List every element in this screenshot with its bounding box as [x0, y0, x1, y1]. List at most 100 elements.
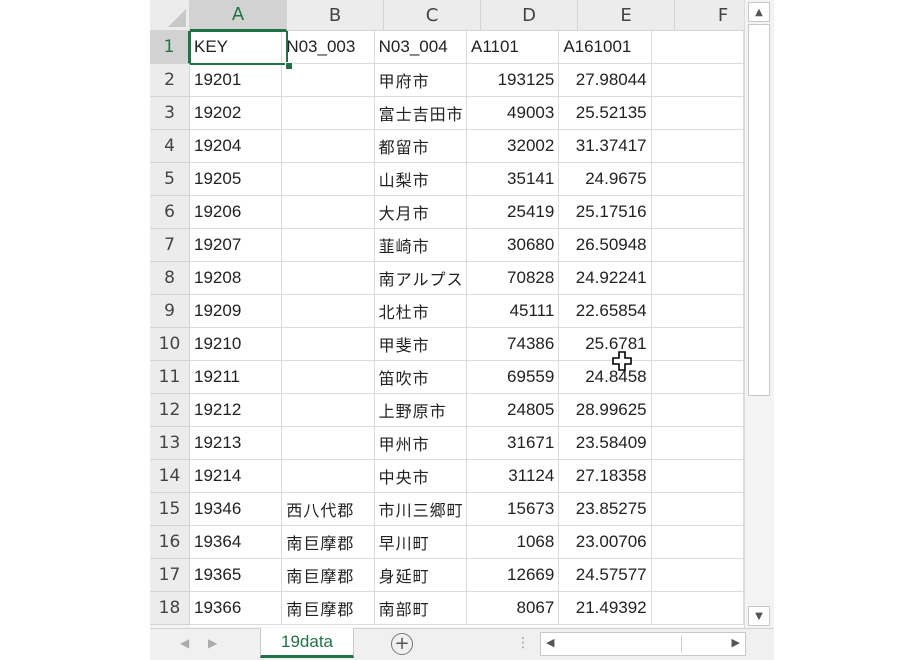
sheet-tab[interactable]: 19data: [260, 628, 354, 658]
cell-d18[interactable]: 8067: [466, 592, 560, 625]
cell-b15[interactable]: 西八代郡: [282, 493, 375, 526]
cell-e3[interactable]: 25.52135: [559, 97, 652, 130]
cell-a8[interactable]: 19208: [190, 262, 283, 295]
cell-e9[interactable]: 22.65854: [559, 295, 652, 328]
cell-f6[interactable]: [651, 196, 744, 229]
scroll-up-icon[interactable]: ▲: [748, 2, 770, 22]
vertical-scrollbar[interactable]: ▲ ▼: [744, 0, 774, 628]
cell-e11[interactable]: 24.8458: [559, 361, 652, 394]
cell-c10[interactable]: 甲斐市: [374, 328, 467, 361]
cell-d10[interactable]: 74386: [466, 328, 560, 361]
cell-c5[interactable]: 山梨市: [374, 163, 467, 196]
column-header-c[interactable]: C: [384, 0, 481, 31]
scroll-down-icon[interactable]: ▼: [748, 606, 770, 626]
cell-a9[interactable]: 19209: [190, 295, 283, 328]
cell-e13[interactable]: 23.58409: [559, 427, 652, 460]
cell-b7[interactable]: [282, 229, 375, 262]
prev-sheet-icon[interactable]: ◀: [180, 636, 189, 650]
cell-f5[interactable]: [651, 163, 744, 196]
cell-f1[interactable]: [651, 31, 744, 64]
cell-f18[interactable]: [651, 592, 744, 625]
cell-f11[interactable]: [651, 361, 744, 394]
row-header[interactable]: 3: [150, 97, 190, 130]
cell-c15[interactable]: 市川三郷町: [374, 493, 467, 526]
cell-c12[interactable]: 上野原市: [374, 394, 467, 427]
cell-c1[interactable]: N03_004: [374, 31, 467, 64]
row-header[interactable]: 13: [150, 427, 190, 460]
horizontal-scrollbar[interactable]: ◀ ▶: [540, 632, 746, 656]
cell-e16[interactable]: 23.00706: [559, 526, 652, 559]
cell-b16[interactable]: 南巨摩郡: [282, 526, 375, 559]
cell-d17[interactable]: 12669: [466, 559, 560, 592]
cell-d4[interactable]: 32002: [466, 130, 560, 163]
column-header-a[interactable]: A: [190, 0, 287, 31]
cell-c2[interactable]: 甲府市: [374, 64, 467, 97]
cell-c18[interactable]: 南部町: [374, 592, 467, 625]
row-header[interactable]: 15: [150, 493, 190, 526]
cell-f17[interactable]: [651, 559, 744, 592]
row-header[interactable]: 11: [150, 361, 190, 394]
cell-b14[interactable]: [282, 460, 375, 493]
cell-d16[interactable]: 1068: [466, 526, 560, 559]
cell-d8[interactable]: 70828: [466, 262, 560, 295]
cell-b4[interactable]: [282, 130, 375, 163]
cell-a2[interactable]: 19201: [190, 64, 283, 97]
cell-a4[interactable]: 19204: [190, 130, 283, 163]
cell-e6[interactable]: 25.17516: [559, 196, 652, 229]
cell-a14[interactable]: 19214: [190, 460, 283, 493]
cell-e12[interactable]: 28.99625: [559, 394, 652, 427]
cell-c13[interactable]: 甲州市: [374, 427, 467, 460]
cell-c11[interactable]: 笛吹市: [374, 361, 467, 394]
row-header[interactable]: 12: [150, 394, 190, 427]
cell-a18[interactable]: 19366: [190, 592, 283, 625]
cell-c6[interactable]: 大月市: [374, 196, 467, 229]
cell-f9[interactable]: [651, 295, 744, 328]
cell-f13[interactable]: [651, 427, 744, 460]
cell-a10[interactable]: 19210: [190, 328, 283, 361]
cell-e8[interactable]: 24.92241: [559, 262, 652, 295]
cell-a6[interactable]: 19206: [190, 196, 283, 229]
cell-f12[interactable]: [651, 394, 744, 427]
cell-f14[interactable]: [651, 460, 744, 493]
cell-e17[interactable]: 24.57577: [559, 559, 652, 592]
cell-d5[interactable]: 35141: [466, 163, 560, 196]
column-header-e[interactable]: E: [578, 0, 675, 31]
cell-a12[interactable]: 19212: [190, 394, 283, 427]
cell-b6[interactable]: [282, 196, 375, 229]
row-header[interactable]: 14: [150, 460, 190, 493]
cell-d15[interactable]: 15673: [466, 493, 560, 526]
cell-a17[interactable]: 19365: [190, 559, 283, 592]
cell-d13[interactable]: 31671: [466, 427, 560, 460]
tab-split-handle-icon[interactable]: ⋮: [516, 635, 530, 651]
cell-e4[interactable]: 31.37417: [559, 130, 652, 163]
cell-e18[interactable]: 21.49392: [559, 592, 652, 625]
cell-b13[interactable]: [282, 427, 375, 460]
column-header-d[interactable]: D: [481, 0, 578, 31]
cell-b11[interactable]: [282, 361, 375, 394]
cell-c4[interactable]: 都留市: [374, 130, 467, 163]
cell-e2[interactable]: 27.98044: [559, 64, 652, 97]
cell-f4[interactable]: [651, 130, 744, 163]
cell-d7[interactable]: 30680: [466, 229, 560, 262]
row-header[interactable]: 8: [150, 262, 190, 295]
scroll-right-icon[interactable]: ▶: [732, 636, 740, 649]
row-header[interactable]: 5: [150, 163, 190, 196]
row-header[interactable]: 2: [150, 64, 190, 97]
select-all-button[interactable]: [150, 0, 190, 31]
row-header[interactable]: 16: [150, 526, 190, 559]
cell-e10[interactable]: 25.6781: [559, 328, 652, 361]
cell-b1[interactable]: N03_003: [282, 31, 375, 64]
cell-e5[interactable]: 24.9675: [559, 163, 652, 196]
row-header[interactable]: 9: [150, 295, 190, 328]
cell-c9[interactable]: 北杜市: [374, 295, 467, 328]
add-sheet-icon[interactable]: +: [391, 633, 413, 655]
row-header[interactable]: 6: [150, 196, 190, 229]
row-header[interactable]: 4: [150, 130, 190, 163]
cell-b2[interactable]: [282, 64, 375, 97]
cell-a7[interactable]: 19207: [190, 229, 283, 262]
row-header[interactable]: 10: [150, 328, 190, 361]
cell-d6[interactable]: 25419: [466, 196, 560, 229]
scroll-left-icon[interactable]: ◀: [546, 636, 554, 649]
cell-a5[interactable]: 19205: [190, 163, 283, 196]
cell-e14[interactable]: 27.18358: [559, 460, 652, 493]
